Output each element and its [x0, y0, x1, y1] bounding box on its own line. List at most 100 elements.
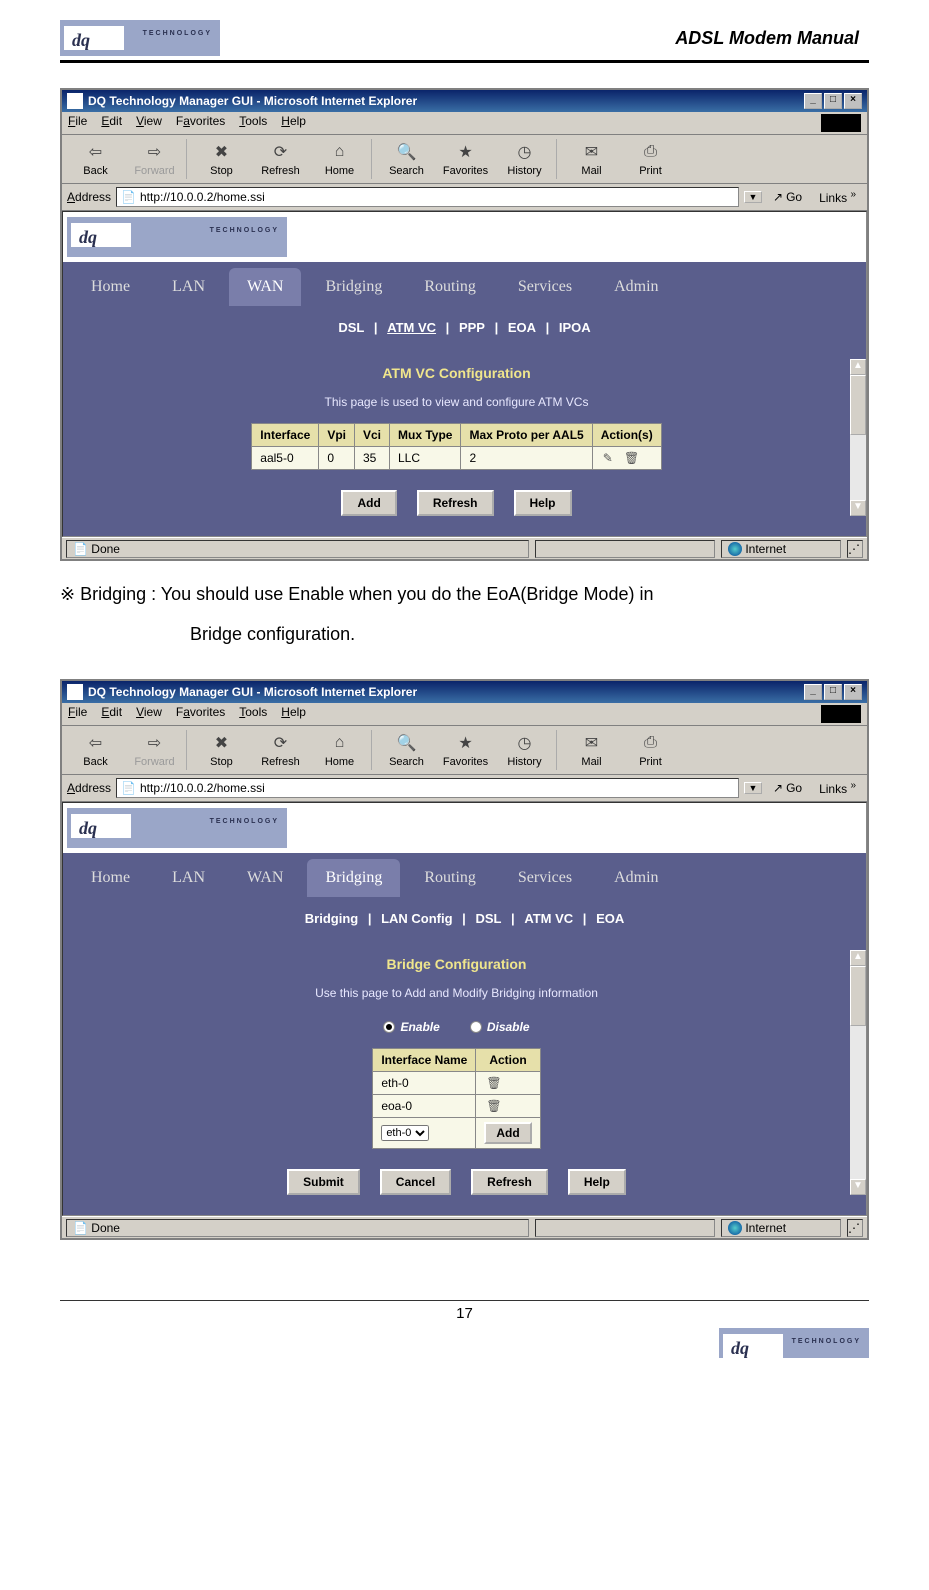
add-button[interactable]: Add [341, 490, 396, 516]
favorites-button[interactable]: ★Favorites [438, 141, 493, 177]
go-button[interactable]: ↗Go [767, 779, 808, 797]
menu-edit[interactable]: Edit [101, 114, 122, 132]
home-button[interactable]: ⌂Home [312, 732, 367, 768]
tab-home[interactable]: Home [73, 268, 148, 306]
subnav-bridging[interactable]: Bridging [299, 911, 364, 926]
history-button[interactable]: ◷History [497, 732, 552, 768]
radio-enable[interactable]: Enable [383, 1020, 439, 1034]
ie-icon [67, 93, 83, 109]
stop-button[interactable]: ✖Stop [194, 141, 249, 177]
menu-favorites[interactable]: Favorites [176, 114, 225, 132]
home-icon: ⌂ [329, 732, 351, 754]
tab-wan[interactable]: WAN [229, 859, 301, 897]
delete-icon[interactable]: 🗑 [624, 451, 638, 465]
separator [556, 139, 560, 179]
search-button[interactable]: 🔍Search [379, 141, 434, 177]
submit-button[interactable]: Submit [287, 1169, 360, 1195]
vertical-scrollbar[interactable]: ▲ ▼ [850, 950, 866, 1195]
tab-home[interactable]: Home [73, 859, 148, 897]
minimize-button[interactable]: _ [804, 93, 822, 109]
scroll-thumb[interactable] [850, 375, 866, 435]
tab-lan[interactable]: LAN [154, 859, 223, 897]
menu-view[interactable]: View [136, 114, 162, 132]
maximize-button[interactable]: □ [824, 93, 842, 109]
stop-button[interactable]: ✖Stop [194, 732, 249, 768]
tab-routing[interactable]: Routing [406, 859, 494, 897]
menu-view[interactable]: View [136, 705, 162, 723]
tab-lan[interactable]: LAN [154, 268, 223, 306]
close-button[interactable]: × [844, 93, 862, 109]
help-button[interactable]: Help [514, 490, 572, 516]
minimize-button[interactable]: _ [804, 684, 822, 700]
address-label: Address [67, 190, 111, 204]
home-button[interactable]: ⌂Home [312, 141, 367, 177]
tab-bridging[interactable]: Bridging [307, 859, 400, 897]
mail-button[interactable]: ✉Mail [564, 732, 619, 768]
refresh-page-button[interactable]: Refresh [417, 490, 494, 516]
menu-help[interactable]: Help [281, 114, 306, 132]
print-icon: ⎙ [640, 732, 662, 754]
address-input[interactable]: 📄 http://10.0.0.2/home.ssi [116, 778, 739, 798]
address-dropdown[interactable]: ▼ [744, 782, 762, 794]
address-dropdown[interactable]: ▼ [744, 191, 762, 203]
favorites-button[interactable]: ★Favorites [438, 732, 493, 768]
tab-routing[interactable]: Routing [406, 268, 494, 306]
go-button[interactable]: ↗Go [767, 188, 808, 206]
refresh-button[interactable]: ⟳Refresh [253, 141, 308, 177]
mail-button[interactable]: ✉Mail [564, 141, 619, 177]
subnav-atm-vc[interactable]: ATM VC [381, 320, 442, 335]
tab-services[interactable]: Services [500, 859, 590, 897]
search-button[interactable]: 🔍Search [379, 732, 434, 768]
subnav-lan-config[interactable]: LAN Config [375, 911, 458, 926]
print-button[interactable]: ⎙Print [623, 141, 678, 177]
tab-admin[interactable]: Admin [596, 859, 676, 897]
menu-file[interactable]: File [68, 705, 87, 723]
subnav-ipoa[interactable]: IPOA [553, 320, 597, 335]
subnav-dsl[interactable]: DSL [332, 320, 370, 335]
radio-disable[interactable]: Disable [470, 1020, 530, 1034]
close-button[interactable]: × [844, 684, 862, 700]
history-button[interactable]: ◷History [497, 141, 552, 177]
print-button[interactable]: ⎙Print [623, 732, 678, 768]
maximize-button[interactable]: □ [824, 684, 842, 700]
subnav-eoa[interactable]: EOA [502, 320, 542, 335]
scroll-down-button[interactable]: ▼ [850, 1179, 866, 1195]
links-button[interactable]: Links » [813, 187, 862, 207]
scroll-down-button[interactable]: ▼ [850, 500, 866, 516]
back-button[interactable]: ⇦Back [68, 141, 123, 177]
refresh-page-button[interactable]: Refresh [471, 1169, 548, 1195]
cancel-button[interactable]: Cancel [380, 1169, 451, 1195]
scroll-up-button[interactable]: ▲ [850, 359, 866, 375]
refresh-button[interactable]: ⟳Refresh [253, 732, 308, 768]
scroll-thumb[interactable] [850, 966, 866, 1026]
subnav-ppp[interactable]: PPP [453, 320, 491, 335]
menu-edit[interactable]: Edit [101, 705, 122, 723]
delete-icon[interactable]: 🗑 [486, 1076, 500, 1090]
stop-icon: ✖ [211, 141, 233, 163]
back-button[interactable]: ⇦Back [68, 732, 123, 768]
tab-services[interactable]: Services [500, 268, 590, 306]
subnav-atm-vc[interactable]: ATM VC [518, 911, 579, 926]
resize-grip[interactable]: ⋰ [847, 540, 863, 558]
menu-favorites[interactable]: Favorites [176, 705, 225, 723]
vertical-scrollbar[interactable]: ▲ ▼ [850, 359, 866, 516]
subnav-dsl[interactable]: DSL [469, 911, 507, 926]
row-add-button[interactable]: Add [484, 1122, 531, 1144]
menu-file[interactable]: File [68, 114, 87, 132]
edit-icon[interactable]: ✎ [603, 451, 617, 465]
subnav-eoa[interactable]: EOA [590, 911, 630, 926]
links-button[interactable]: Links » [813, 778, 862, 798]
menu-tools[interactable]: Tools [239, 114, 267, 132]
delete-icon[interactable]: 🗑 [486, 1099, 500, 1113]
tab-admin[interactable]: Admin [596, 268, 676, 306]
resize-grip[interactable]: ⋰ [847, 1219, 863, 1237]
interface-select[interactable]: eth-0 [381, 1125, 429, 1141]
address-input[interactable]: 📄 http://10.0.0.2/home.ssi [116, 187, 739, 207]
scroll-up-button[interactable]: ▲ [850, 950, 866, 966]
menu-help[interactable]: Help [281, 705, 306, 723]
tab-wan[interactable]: WAN [229, 268, 301, 306]
help-button[interactable]: Help [568, 1169, 626, 1195]
tab-bridging[interactable]: Bridging [307, 268, 400, 306]
url-text: http://10.0.0.2/home.ssi [140, 781, 265, 795]
menu-tools[interactable]: Tools [239, 705, 267, 723]
